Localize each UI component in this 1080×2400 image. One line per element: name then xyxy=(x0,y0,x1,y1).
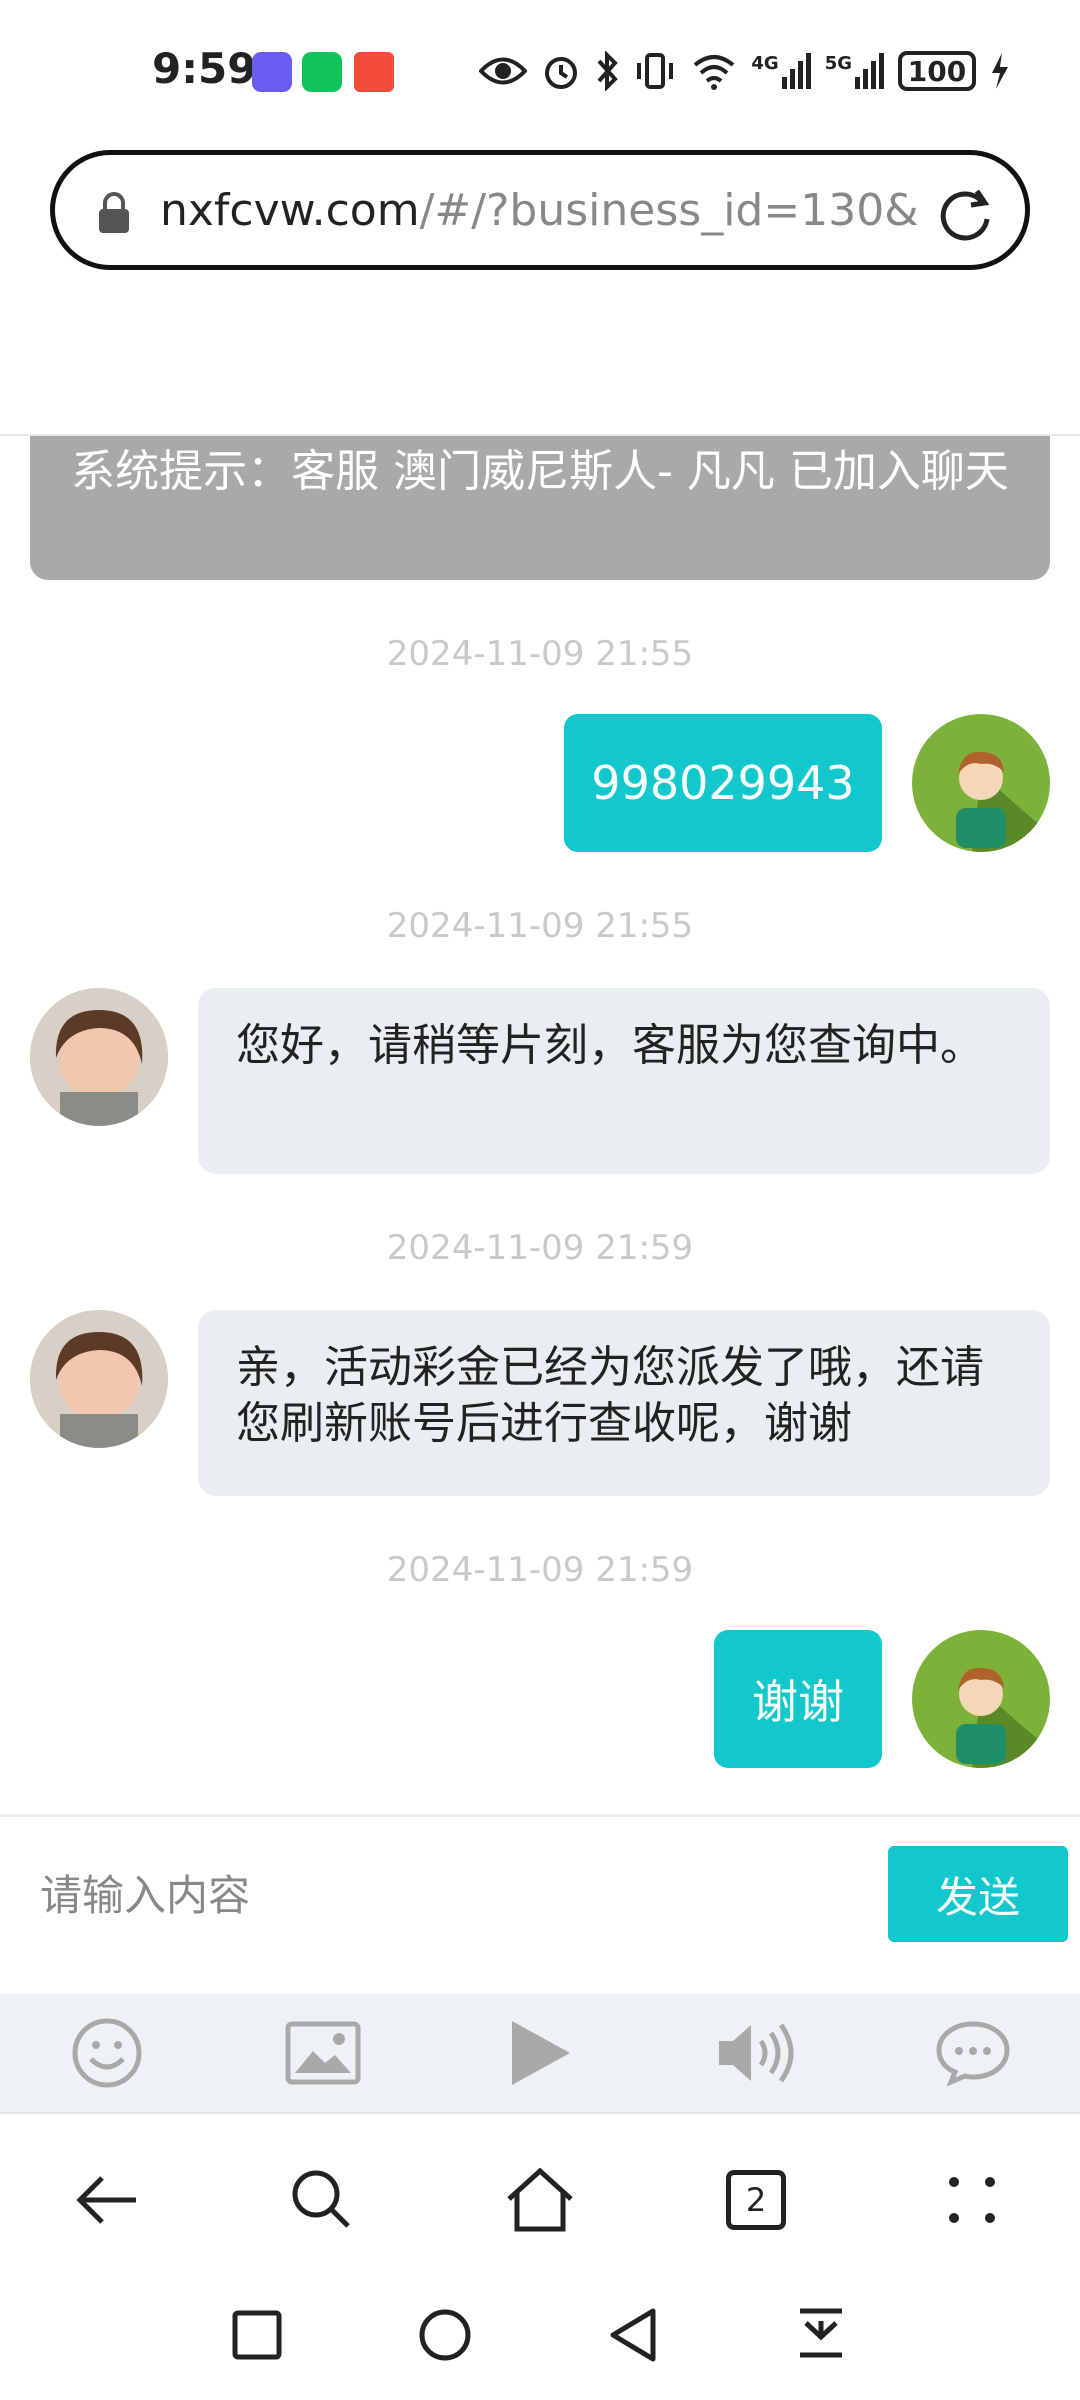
message-bubble-incoming: 您好，请稍等片刻，客服为您查询中。 xyxy=(198,988,1050,1174)
tab-count: 2 xyxy=(745,2181,767,2219)
agent-avatar-photo xyxy=(30,988,168,1126)
image-button[interactable] xyxy=(278,2008,368,2098)
bluetooth-icon xyxy=(597,51,619,91)
signal-icon: 4G xyxy=(751,53,811,89)
message-timestamp: 2024-11-09 21:59 xyxy=(386,1550,694,1590)
back-arrow-icon xyxy=(76,2176,136,2224)
composer-divider xyxy=(0,1814,1080,1817)
message-timestamp: 2024-11-09 21:55 xyxy=(386,634,694,674)
url-domain: nxfcvw.com xyxy=(160,185,420,236)
system-back-button[interactable] xyxy=(588,2290,678,2380)
battery-level: 100 xyxy=(907,54,967,88)
user-avatar xyxy=(912,1630,1050,1768)
vibrate-icon xyxy=(637,53,674,89)
back-button[interactable] xyxy=(58,2150,158,2250)
status-bar: 9:59 4G 5G 100 xyxy=(0,0,1080,140)
audio-icon xyxy=(719,2023,794,2083)
eye-icon xyxy=(479,57,528,85)
system-notice: 系统提示：客服 澳门威尼斯人- 凡凡 已加入聊天 xyxy=(30,436,1050,580)
address-bar[interactable]: nxfcvw.com/#/?business_id=130& xyxy=(50,150,1030,270)
charging-icon xyxy=(992,53,1008,89)
refresh-icon[interactable] xyxy=(935,183,997,245)
home-icon xyxy=(507,2167,573,2232)
agent-avatar-photo xyxy=(30,1310,168,1448)
lock-icon xyxy=(99,192,129,233)
recents-button[interactable] xyxy=(212,2290,302,2380)
signal-icon: 5G xyxy=(825,53,884,89)
home-button[interactable] xyxy=(490,2150,590,2250)
alarm-icon xyxy=(545,57,578,89)
chat-toolbar xyxy=(0,1994,1080,2112)
send-button[interactable]: 发送 xyxy=(888,1846,1068,1942)
url-path: /#/?business_id=130& xyxy=(419,185,919,236)
user-avatar-icon xyxy=(956,1667,1050,1768)
message-bubble-outgoing: 谢谢 xyxy=(714,1630,882,1768)
wechat-icon xyxy=(302,52,342,92)
message-input[interactable] xyxy=(40,1850,860,1940)
user-avatar xyxy=(912,714,1050,852)
wifi-icon xyxy=(694,55,735,90)
emoji-icon xyxy=(72,2018,142,2088)
app-notification-icon xyxy=(354,52,394,92)
chat-button[interactable] xyxy=(928,2008,1018,2098)
battery-indicator: 100 xyxy=(898,51,976,91)
message-timestamp: 2024-11-09 21:59 xyxy=(386,1228,694,1268)
search-icon xyxy=(292,2170,350,2228)
message-bubble-outgoing: 998029943 xyxy=(564,714,882,852)
menu-dots-icon xyxy=(949,2177,995,2223)
search-button[interactable] xyxy=(272,2150,372,2250)
emoji-button[interactable] xyxy=(62,2008,152,2098)
menu-button[interactable] xyxy=(922,2150,1022,2250)
network-type-label: 5G xyxy=(824,53,852,74)
notification-pull-button[interactable] xyxy=(776,2290,866,2380)
message-timestamp: 2024-11-09 21:55 xyxy=(386,906,694,946)
agent-avatar xyxy=(30,988,168,1126)
audio-button[interactable] xyxy=(710,2008,800,2098)
circle-home-icon xyxy=(419,2309,471,2361)
app-notification-icon xyxy=(252,52,292,92)
agent-avatar xyxy=(30,1310,168,1448)
chat-icon xyxy=(936,2021,1010,2086)
pull-down-icon xyxy=(800,2308,842,2358)
toolbar-divider xyxy=(0,2112,1080,2114)
triangle-back-icon xyxy=(610,2308,656,2362)
message-bubble-incoming: 亲，活动彩金已经为您派发了哦，还请您刷新账号后进行查收呢，谢谢 xyxy=(198,1310,1050,1496)
network-type-label: 4G xyxy=(751,53,779,74)
status-time: 9:59 xyxy=(152,44,257,93)
video-icon xyxy=(512,2021,570,2085)
user-avatar-icon xyxy=(956,751,1050,852)
status-icons: 4G 5G 100 xyxy=(479,48,1010,94)
tabs-button[interactable]: 2 xyxy=(706,2150,806,2250)
tabs-icon: 2 xyxy=(726,2170,786,2230)
image-icon xyxy=(285,2021,361,2085)
recents-icon xyxy=(232,2310,282,2360)
url-text[interactable]: nxfcvw.com/#/?business_id=130& xyxy=(160,185,950,236)
system-home-button[interactable] xyxy=(400,2290,490,2380)
video-button[interactable] xyxy=(494,2008,584,2098)
